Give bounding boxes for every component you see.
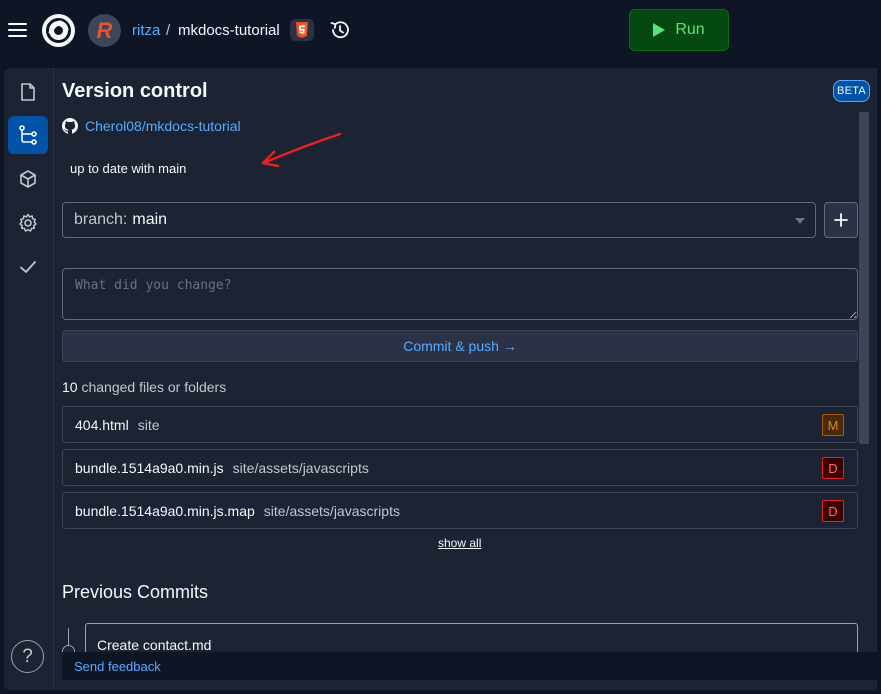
commit-message: Create contact.md <box>97 637 212 653</box>
menu-icon[interactable] <box>8 19 30 41</box>
sync-status-text: up to date with main <box>70 161 187 176</box>
show-all-link[interactable]: show all <box>438 536 481 550</box>
commit-message-input[interactable] <box>62 268 858 320</box>
play-icon <box>653 23 666 37</box>
check-icon <box>20 261 36 273</box>
branch-select-label: branch: <box>74 211 128 228</box>
file-name: bundle.1514a9a0.min.js.map <box>75 502 255 519</box>
commit-push-button[interactable]: Commit & push → <box>62 330 858 362</box>
file-icon <box>21 83 35 101</box>
repo-row: Cherol08/mkdocs-tutorial <box>62 118 241 134</box>
gear-icon <box>19 213 37 232</box>
user-avatar[interactable]: R <box>88 14 121 47</box>
file-name: bundle.1514a9a0.min.js <box>75 459 224 476</box>
feedback-bar: Send feedback <box>62 652 877 680</box>
files-tool-button[interactable] <box>8 73 48 111</box>
breadcrumb-separator: / <box>166 22 171 39</box>
deleted-status-badge: D <box>822 500 844 522</box>
breadcrumb-username[interactable]: ritza <box>132 22 160 39</box>
html5-icon[interactable] <box>290 19 314 41</box>
package-icon <box>20 170 36 188</box>
send-feedback-link[interactable]: Send feedback <box>74 659 161 674</box>
plus-icon <box>834 213 848 227</box>
beta-badge: BETA <box>833 80 870 102</box>
settings-tool-button[interactable] <box>8 204 48 242</box>
tool-rail: ? <box>4 68 53 690</box>
changed-file-row[interactable]: bundle.1514a9a0.min.js.map site/assets/j… <box>62 492 858 529</box>
history-icon[interactable] <box>329 19 351 41</box>
changed-files-suffix: changed files or folders <box>77 379 227 395</box>
file-path: site/assets/javascripts <box>263 502 400 519</box>
add-branch-button[interactable] <box>824 202 858 238</box>
changed-files-number: 10 <box>62 379 78 395</box>
git-branch-icon <box>19 125 37 145</box>
file-path: site/assets/javascripts <box>232 459 369 476</box>
checks-tool-button[interactable] <box>8 248 48 286</box>
changed-file-row[interactable]: 404.html site M <box>62 406 858 443</box>
previous-commits-title: Previous Commits <box>62 582 209 602</box>
replit-logo-icon[interactable] <box>42 14 75 47</box>
panel-scrollbar[interactable] <box>859 112 869 444</box>
github-icon <box>62 118 78 134</box>
branch-select[interactable]: branch: main <box>62 202 816 238</box>
file-name: 404.html <box>75 416 129 433</box>
panel-title: Version control <box>62 80 208 102</box>
version-control-panel: Version control BETA Cherol08/mkdocs-tut… <box>53 68 877 690</box>
run-button-label: Run <box>675 21 705 38</box>
breadcrumb-repl-name[interactable]: mkdocs-tutorial <box>178 22 280 39</box>
changed-file-row[interactable]: bundle.1514a9a0.min.js site/assets/javas… <box>62 449 858 486</box>
run-button[interactable]: Run <box>629 9 729 51</box>
file-path: site <box>137 416 160 433</box>
modified-status-badge: M <box>822 414 844 436</box>
chevron-down-icon <box>795 218 805 224</box>
branch-select-value: main <box>132 211 168 228</box>
annotation-arrow <box>261 132 342 168</box>
help-button[interactable]: ? <box>11 640 44 673</box>
deleted-status-badge: D <box>822 457 844 479</box>
packages-tool-button[interactable] <box>8 160 48 198</box>
top-bar: R ritza / mkdocs-tutorial Run <box>0 0 881 62</box>
changed-files-count: 10 changed files or folders <box>62 379 226 395</box>
version-control-tool-button[interactable] <box>8 116 48 154</box>
repo-link[interactable]: Cherol08/mkdocs-tutorial <box>85 118 241 134</box>
